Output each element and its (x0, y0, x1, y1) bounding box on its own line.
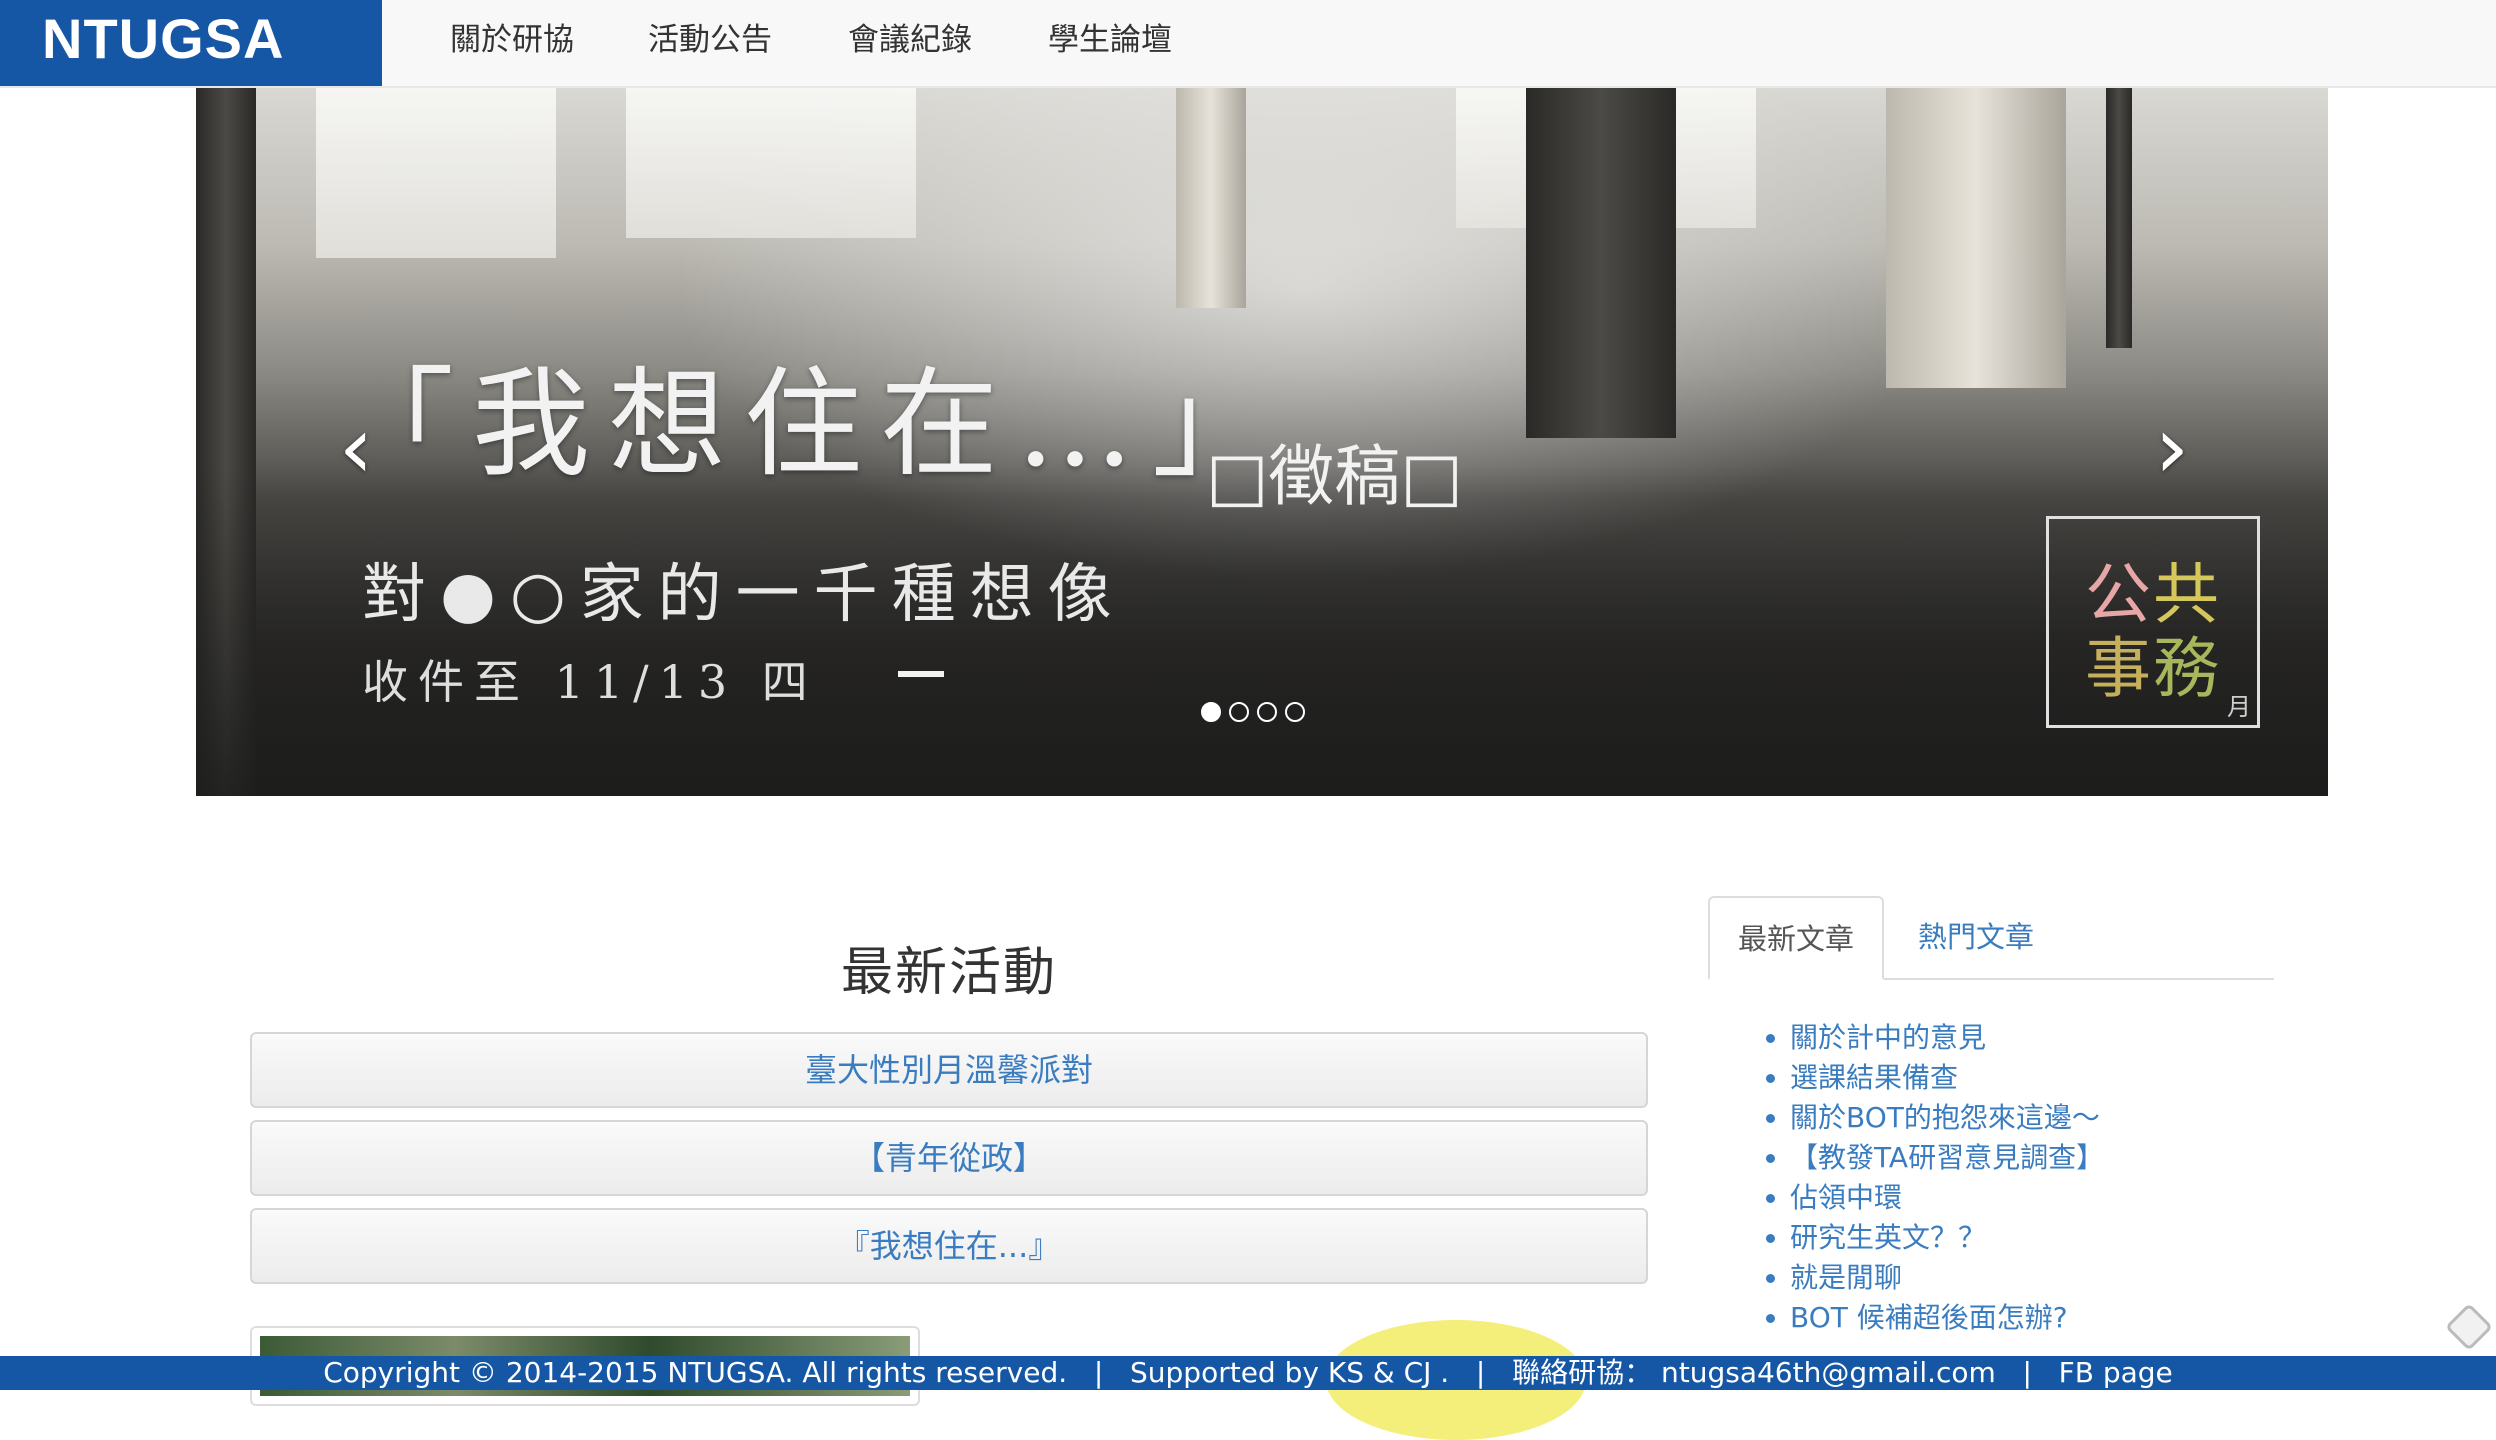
hero-carousel: 「我想住在…」 □徵稿□ 對●○家的一千種想像 收件至 11/13 四 公 共 … (196, 88, 2328, 796)
background-column (1176, 88, 1246, 308)
public-affairs-month-badge: 公 共 事 務 月 (2046, 516, 2260, 728)
event-button[interactable]: 【青年從政】 (250, 1120, 1648, 1196)
background-pillar (2106, 88, 2132, 348)
badge-char: 事 (2085, 630, 2151, 707)
background-window (626, 88, 916, 238)
article-list: 關於計中的意見 選課結果備查 關於BOT的抱怨來這邊～ 【教發TA研習意見調查】… (1756, 1018, 2104, 1338)
background-column (1886, 88, 2066, 388)
footer-contact-label: 聯絡研協： (1512, 1356, 1653, 1389)
carousel-indicator[interactable] (1201, 702, 1221, 722)
slide-title-suffix: □徵稿□ (1206, 438, 1463, 515)
article-link[interactable]: 佔領中環 (1790, 1178, 2104, 1218)
nav-item-events[interactable]: 活動公告 (648, 14, 772, 59)
carousel-indicator[interactable] (1257, 702, 1277, 722)
badge-char: 月 (2227, 693, 2251, 721)
article-link[interactable]: 就是閒聊 (1790, 1258, 2104, 1298)
top-navbar: NTUGSA 關於研協 活動公告 會議紀錄 學生論壇 (0, 0, 2496, 88)
carousel-indicators (1201, 702, 1305, 726)
article-tabs: 最新文章 熱門文章 (1708, 896, 2274, 980)
footer-separator: | (2022, 1356, 2032, 1389)
event-button[interactable]: 『我想住在...』 (250, 1208, 1648, 1284)
tab-latest-articles[interactable]: 最新文章 (1708, 896, 1884, 980)
footer-copyright: Copyright © 2014-2015 NTUGSA. All rights… (323, 1356, 1068, 1389)
carousel-indicator[interactable] (1229, 702, 1249, 722)
article-link[interactable]: 關於計中的意見 (1790, 1018, 2104, 1058)
latest-events-title: 最新活動 (840, 943, 1057, 1003)
footer-fb-link[interactable]: FB page (2059, 1356, 2173, 1389)
brand-logo[interactable]: NTUGSA (0, 0, 382, 86)
nav-item-about[interactable]: 關於研協 (450, 14, 574, 59)
carousel-indicator[interactable] (1285, 702, 1305, 722)
article-link[interactable]: 研究生英文？？ (1790, 1218, 2104, 1258)
footer-email-link[interactable]: ntugsa46th@gmail.com (1661, 1356, 1996, 1389)
background-pillar (1526, 88, 1676, 438)
carousel-prev-arrow-icon[interactable]: ‹ (326, 405, 386, 491)
background-window (316, 88, 556, 258)
footer-separator: | (1475, 1356, 1486, 1389)
article-link[interactable]: 關於BOT的抱怨來這邊～ (1790, 1098, 2104, 1138)
carousel-next-arrow-icon[interactable]: › (2142, 405, 2202, 491)
footer-supported: Supported by KS & CJ . (1130, 1356, 1450, 1389)
event-button[interactable]: 臺大性別月溫馨派對 (250, 1032, 1648, 1108)
tab-popular-articles[interactable]: 熱門文章 (1884, 896, 2068, 978)
nav-item-minutes[interactable]: 會議紀錄 (848, 14, 972, 59)
dash-mark (898, 671, 944, 677)
scroll-top-icon[interactable] (2444, 1302, 2494, 1352)
slide-subtitle: 對●○家的一千種想像 (362, 558, 1126, 632)
article-link[interactable]: 【教發TA研習意見調查】 (1790, 1138, 2104, 1178)
footer-separator: | (1093, 1356, 1104, 1389)
slide-title: 「我想住在…」 (336, 355, 1289, 493)
site-footer: Copyright © 2014-2015 NTUGSA. All rights… (0, 1356, 2496, 1390)
article-link[interactable]: 選課結果備查 (1790, 1058, 2104, 1098)
article-link[interactable]: BOT 候補超後面怎辦? (1790, 1298, 2104, 1338)
nav-item-forum[interactable]: 學生論壇 (1048, 14, 1172, 59)
badge-char: 務 (2153, 630, 2219, 707)
slide-deadline: 收件至 11/13 四 (362, 655, 818, 709)
